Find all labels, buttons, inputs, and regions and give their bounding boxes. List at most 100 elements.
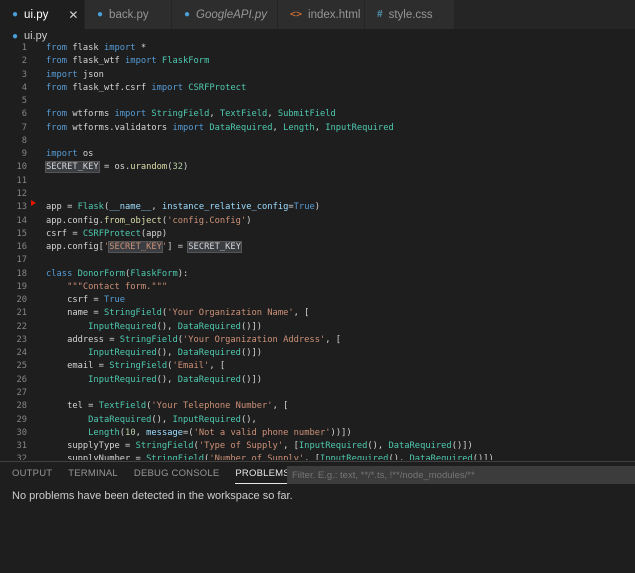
- python-icon: ●: [97, 9, 104, 20]
- code-text: tel = TextField('Your Telephone Number',…: [46, 401, 289, 412]
- code-line[interactable]: 12: [0, 188, 635, 201]
- text-cursor: [240, 241, 242, 253]
- code-line[interactable]: 24 InputRequired(), DataRequired()]): [0, 347, 635, 360]
- code-text: class DonorForm(FlaskForm):: [46, 268, 189, 279]
- code-line[interactable]: 21 name = StringField('Your Organization…: [0, 307, 635, 320]
- code-line[interactable]: 6 from wtforms import StringField, TextFi…: [0, 108, 635, 121]
- code-line[interactable]: 16 app.config['SECRET_KEY'] = SECRET_KEY: [0, 241, 635, 254]
- code-line[interactable]: 32 supplyNumber = StringField('Number of…: [0, 453, 635, 460]
- problems-message: No problems have been detected in the wo…: [12, 490, 293, 502]
- code-line[interactable]: 15 csrf = CSRFProtect(app): [0, 228, 635, 241]
- python-icon: ●: [184, 9, 191, 20]
- line-number: 12: [16, 188, 27, 199]
- editor-tab-bar: ● ui.py ✕ ● back.py ● GoogleAPI.py <> index.html…: [0, 0, 635, 29]
- code-line[interactable]: 13 app = Flask(__name__, instance_relativ…: [0, 201, 635, 214]
- tab-style-css[interactable]: # style.css: [365, 0, 455, 29]
- panel-tab-debug-console[interactable]: DEBUG CONSOLE: [134, 468, 219, 484]
- code-line[interactable]: 27: [0, 387, 635, 400]
- code-line[interactable]: 17: [0, 254, 635, 267]
- line-number: 3: [21, 69, 27, 80]
- code-line[interactable]: 11: [0, 175, 635, 188]
- line-number: 23: [16, 334, 27, 345]
- line-number: 4: [21, 82, 27, 93]
- code-line[interactable]: 30 Length(10, message=('Not a valid phon…: [0, 427, 635, 440]
- line-number: 29: [16, 414, 27, 425]
- code-line[interactable]: 9 import os: [0, 148, 635, 161]
- line-number: 7: [21, 122, 27, 133]
- tab-label: back.py: [109, 8, 149, 21]
- code-line[interactable]: 29 DataRequired(), InputRequired(),: [0, 414, 635, 427]
- code-text: supplyNumber = StringField('Number of Su…: [46, 454, 494, 460]
- code-text: address = StringField('Your Organization…: [46, 334, 342, 345]
- code-line[interactable]: 25 email = StringField('Email', [: [0, 360, 635, 373]
- line-number: 15: [16, 228, 27, 239]
- tab-back-py[interactable]: ● back.py: [85, 0, 172, 29]
- breadcrumb-file[interactable]: ui.py: [24, 30, 47, 42]
- tab-label: style.css: [388, 8, 433, 21]
- line-number: 11: [16, 175, 27, 186]
- line-number: 21: [16, 308, 27, 319]
- tab-label: index.html: [308, 8, 361, 21]
- code-editor[interactable]: 1 from flask import * 2 from flask_wtf impo…: [0, 42, 635, 460]
- line-number: 10: [16, 162, 27, 173]
- code-text: email = StringField('Email', [: [46, 361, 226, 372]
- code-line[interactable]: 3 import json: [0, 69, 635, 82]
- code-text: """Contact form.""": [67, 281, 168, 292]
- code-line[interactable]: 5: [0, 95, 635, 108]
- code-text: import os: [46, 149, 94, 160]
- tab-ui-py[interactable]: ● ui.py ✕: [0, 0, 85, 29]
- code-line[interactable]: 7 from wtforms.validators import DataRequ…: [0, 122, 635, 135]
- tab-label: GoogleAPI.py: [196, 8, 268, 21]
- line-number: 24: [16, 348, 27, 359]
- tab-index-html[interactable]: <> index.html: [278, 0, 365, 29]
- line-number: 2: [21, 56, 27, 67]
- line-number: 26: [16, 374, 27, 385]
- line-number: 17: [16, 255, 27, 266]
- line-number: 27: [16, 388, 27, 399]
- code-line[interactable]: 23 address = StringField('Your Organizat…: [0, 334, 635, 347]
- line-number: 9: [21, 149, 27, 160]
- breakpoint-marker-icon[interactable]: [31, 200, 36, 206]
- line-number: 31: [16, 441, 27, 452]
- code-text: InputRequired(), DataRequired()]): [88, 374, 263, 385]
- line-number: 1: [21, 43, 27, 53]
- line-number: 8: [21, 135, 27, 146]
- line-number: 16: [16, 242, 27, 253]
- code-line[interactable]: 14 app.config.from_object('config.Config'…: [0, 215, 635, 228]
- line-number: 13: [16, 202, 27, 213]
- code-line[interactable]: 18 class DonorForm(FlaskForm):: [0, 268, 635, 281]
- code-line[interactable]: 20 csrf = True: [0, 294, 635, 307]
- code-text: supplyType = StringField('Type of Supply…: [46, 441, 473, 452]
- code-line[interactable]: 22 InputRequired(), DataRequired()]): [0, 321, 635, 334]
- code-text: from flask import *: [46, 43, 147, 53]
- code-line[interactable]: 2 from flask_wtf import FlaskForm: [0, 55, 635, 68]
- problems-filter-input[interactable]: [287, 466, 635, 484]
- code-line[interactable]: 31 supplyType = StringField('Type of Sup…: [0, 440, 635, 453]
- breadcrumb[interactable]: ● ui.py: [12, 29, 47, 43]
- code-line[interactable]: 26 InputRequired(), DataRequired()]): [0, 374, 635, 387]
- code-text: from flask_wtf import FlaskForm: [46, 56, 210, 67]
- code-text: from wtforms import StringField, TextFie…: [46, 109, 336, 120]
- line-number: 20: [16, 295, 27, 306]
- line-number: 14: [16, 215, 27, 226]
- css-icon: #: [377, 9, 383, 20]
- close-tab-icon[interactable]: ✕: [48, 8, 78, 22]
- line-number: 18: [16, 268, 27, 279]
- code-line[interactable]: 4 from flask_wtf.csrf import CSRFProtect: [0, 82, 635, 95]
- tab-googleapi-py[interactable]: ● GoogleAPI.py: [172, 0, 278, 29]
- panel-tabs: OUTPUT TERMINAL DEBUG CONSOLE PROBLEMS: [12, 468, 306, 484]
- line-number: 6: [21, 109, 27, 120]
- panel-tab-terminal[interactable]: TERMINAL: [68, 468, 118, 484]
- code-text: name = StringField('Your Organization Na…: [46, 308, 310, 319]
- code-text: app.config.from_object('config.Config'): [46, 215, 252, 226]
- code-line[interactable]: 8: [0, 135, 635, 148]
- line-number: 25: [16, 361, 27, 372]
- panel-tab-output[interactable]: OUTPUT: [12, 468, 52, 484]
- panel-tab-problems[interactable]: PROBLEMS: [235, 468, 290, 484]
- bottom-panel: OUTPUT TERMINAL DEBUG CONSOLE PROBLEMS No p…: [0, 461, 635, 573]
- code-line[interactable]: 10 SECRET_KEY = os.urandom(32): [0, 161, 635, 174]
- code-line[interactable]: 19 """Contact form.""": [0, 281, 635, 294]
- code-line[interactable]: 1 from flask import *: [0, 42, 635, 55]
- code-text: import json: [46, 69, 104, 80]
- code-line[interactable]: 28 tel = TextField('Your Telephone Numbe…: [0, 400, 635, 413]
